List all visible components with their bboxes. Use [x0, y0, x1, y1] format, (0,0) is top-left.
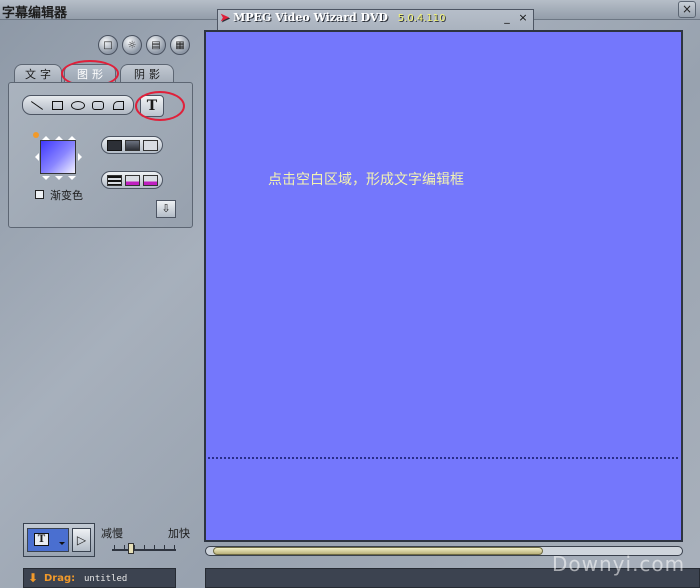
- arrow-down-right-icon: [68, 176, 76, 184]
- wizard-title-text: MPEG Video Wizard DVD: [233, 11, 388, 24]
- arrow-down-icon: [55, 176, 63, 184]
- fill-bucket-icon[interactable]: [142, 174, 158, 186]
- fill-outline-option[interactable]: [124, 139, 140, 151]
- arrow-down-left-icon: [42, 176, 50, 184]
- watermark: Downyi.com: [552, 552, 686, 576]
- arrow-up-icon: [55, 132, 63, 140]
- window-title: 字幕编辑器: [2, 6, 68, 21]
- gradient-checkbox[interactable]: [35, 190, 44, 199]
- title-safe-line: [208, 457, 678, 459]
- shape-toolbar: [22, 95, 134, 115]
- drag-label: Drag:: [44, 573, 76, 584]
- polygon-icon[interactable]: [111, 98, 127, 112]
- gradient-label: 渐变色: [50, 189, 83, 202]
- speed-slider-track[interactable]: [112, 549, 176, 551]
- line-style-selector: [101, 171, 163, 189]
- wizard-close-button[interactable]: ×: [517, 12, 529, 24]
- save-as-icon[interactable]: ▦: [170, 35, 190, 55]
- annotation-ring-text-tool: [135, 91, 185, 121]
- arrow-left-icon: [31, 153, 39, 161]
- wizard-logo-icon: ➤: [220, 11, 230, 24]
- text-mode-dropdown[interactable]: T: [27, 528, 69, 552]
- line-color-icon[interactable]: [124, 174, 140, 186]
- drag-arrow-icon: ⬇: [28, 571, 39, 585]
- tab-text[interactable]: 文字: [14, 64, 62, 84]
- slider-tick: [154, 545, 155, 549]
- slider-tick: [124, 545, 125, 549]
- move-down-icon[interactable]: ⇩: [156, 200, 176, 218]
- rounded-rect-icon[interactable]: [90, 98, 106, 112]
- slow-label: 减慢: [101, 527, 123, 540]
- wizard-title: ➤ MPEG Video Wizard DVD 5.0.4.110: [220, 11, 446, 24]
- window-close-button[interactable]: ×: [678, 1, 696, 18]
- tab-shadow[interactable]: 阴影: [120, 64, 174, 84]
- text-mode-icon: T: [34, 533, 49, 546]
- wizard-version: 5.0.4.110: [397, 13, 446, 24]
- wizard-minimize-button[interactable]: _: [501, 12, 513, 24]
- new-file-icon[interactable]: □: [98, 35, 118, 55]
- arrow-right-icon: [78, 153, 86, 161]
- slider-tick: [164, 545, 165, 549]
- arrow-up-left-icon: [42, 132, 50, 140]
- fill-mode-selector: [101, 136, 163, 154]
- gradient-color-swatch[interactable]: [40, 140, 76, 174]
- speed-slider-knob[interactable]: [128, 543, 135, 554]
- drag-file-name: untitled: [84, 574, 128, 584]
- save-file-icon[interactable]: ▤: [146, 35, 166, 55]
- rectangle-icon[interactable]: [50, 98, 66, 112]
- fill-none-option[interactable]: [142, 139, 158, 151]
- slider-tick: [144, 545, 145, 549]
- canvas-hint-text: 点击空白区域，形成文字编辑框: [268, 172, 464, 188]
- slider-tick: [174, 545, 175, 549]
- play-button[interactable]: ▷: [72, 528, 91, 552]
- slider-tick: [114, 545, 115, 549]
- arrow-up-right-icon: [68, 132, 76, 140]
- line-icon[interactable]: [29, 98, 45, 112]
- ellipse-icon[interactable]: [70, 98, 86, 112]
- scrollbar-thumb[interactable]: [213, 547, 543, 555]
- handle-dot: [33, 132, 39, 138]
- line-width-icon[interactable]: [106, 174, 122, 186]
- chevron-down-icon: [59, 542, 65, 548]
- fill-solid-option[interactable]: [106, 139, 122, 151]
- preview-canvas[interactable]: [204, 30, 683, 542]
- open-file-icon[interactable]: ☼: [122, 35, 142, 55]
- fast-label: 加快: [168, 527, 190, 540]
